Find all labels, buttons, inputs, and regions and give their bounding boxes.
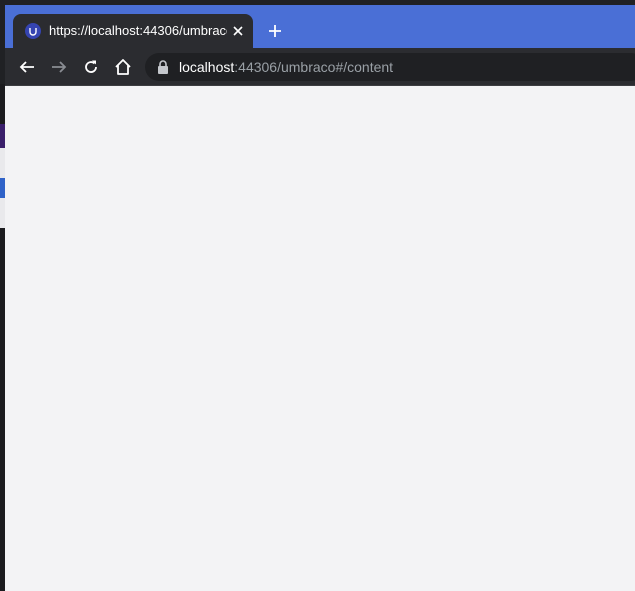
forward-button[interactable] — [47, 55, 71, 79]
url-text[interactable]: localhost:44306/umbraco#/content — [179, 59, 393, 75]
reload-icon — [85, 60, 97, 73]
arrow-left-icon — [19, 61, 34, 73]
url-host: localhost — [179, 59, 235, 75]
home-icon — [115, 59, 131, 75]
arrow-right-icon — [52, 61, 67, 73]
browser-toolbar: localhost:44306/umbraco#/content — [5, 48, 635, 86]
tab-umbraco[interactable]: https://localhost:44306/umbraco — [13, 14, 253, 48]
close-icon[interactable] — [229, 22, 247, 40]
address-bar[interactable]: localhost:44306/umbraco#/content — [145, 53, 635, 81]
umbraco-logo-icon — [25, 23, 41, 39]
lock-icon[interactable] — [157, 60, 169, 74]
new-tab-button[interactable] — [263, 19, 287, 43]
tab-title: https://localhost:44306/umbraco — [49, 23, 227, 38]
tab-strip: https://localhost:44306/umbraco — [5, 5, 635, 48]
plus-icon — [269, 25, 281, 37]
back-button[interactable] — [15, 55, 39, 79]
home-button[interactable] — [111, 55, 135, 79]
page-viewport — [5, 86, 635, 591]
browser-window: https://localhost:44306/umbraco localhos… — [5, 5, 635, 591]
url-path: :44306/umbraco#/content — [234, 59, 394, 75]
reload-button[interactable] — [79, 55, 103, 79]
